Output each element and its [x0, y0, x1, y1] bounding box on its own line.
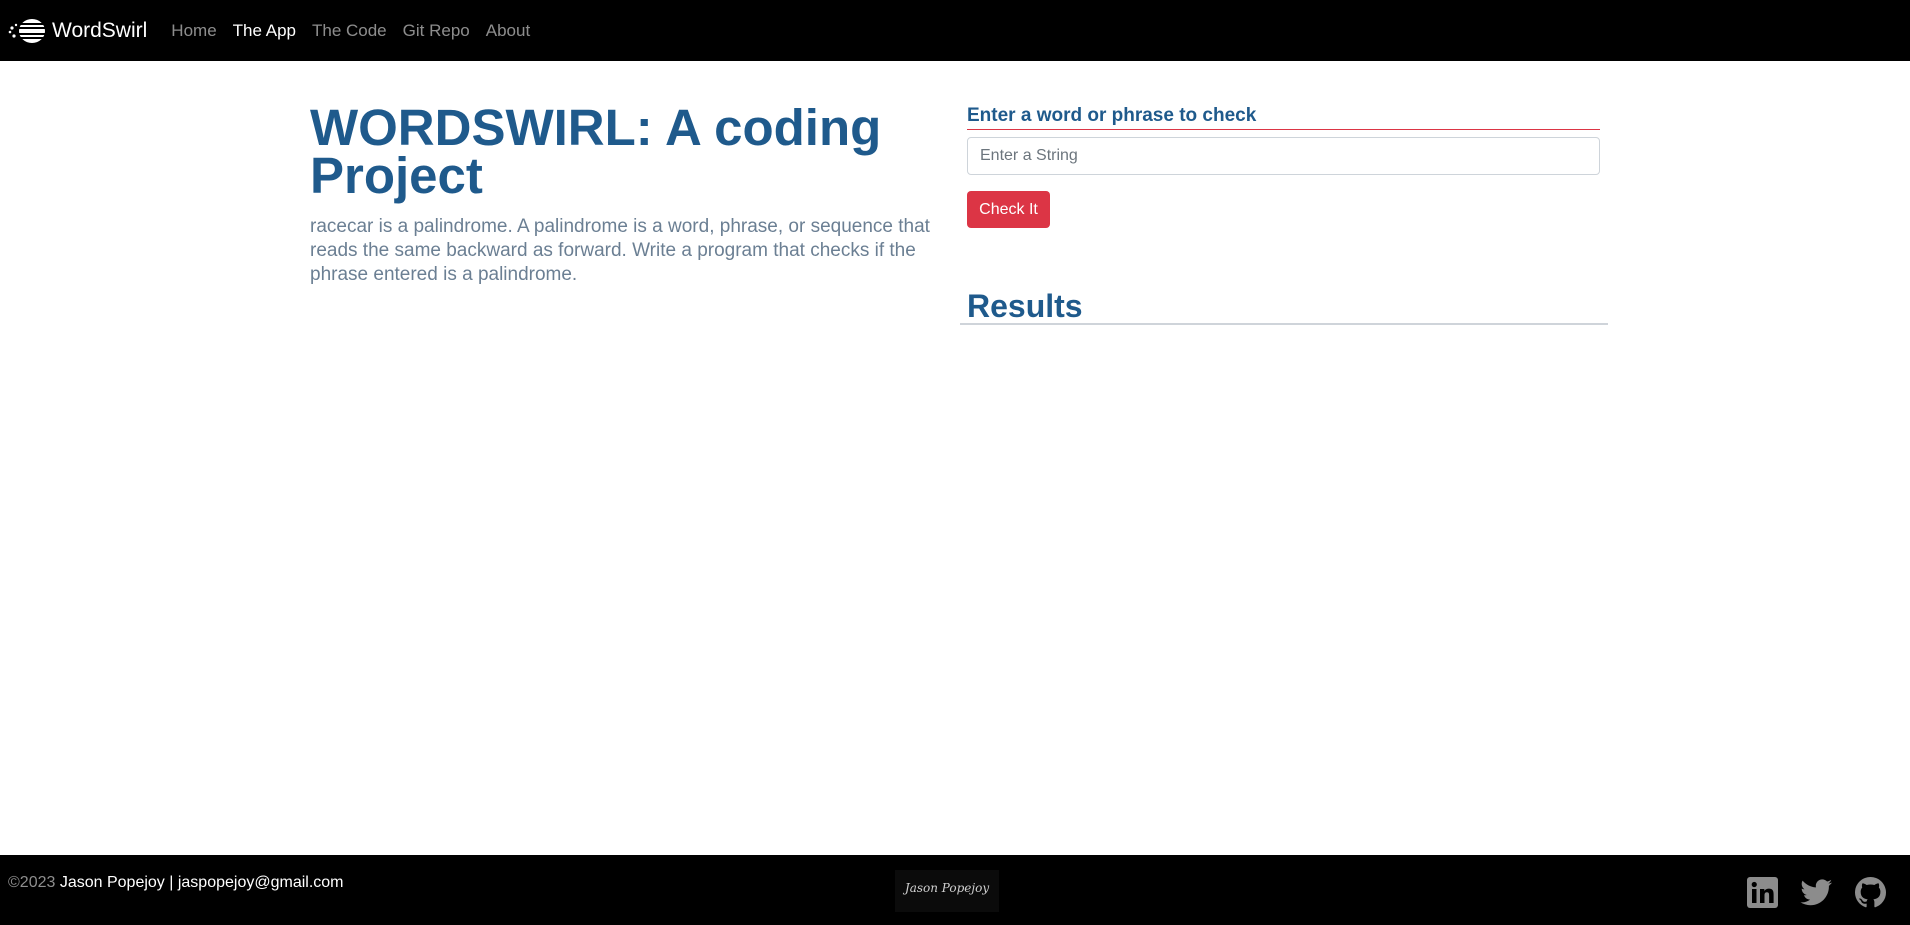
github-icon[interactable] [1855, 877, 1886, 908]
nav-link-the-code[interactable]: The Code [312, 21, 387, 41]
twitter-icon[interactable] [1800, 877, 1832, 908]
copyright-text: ©2023 Jason Popejoy | jaspopejoy@gmail.c… [8, 874, 344, 892]
signature-text: Jason Popejoy [904, 881, 990, 895]
string-input[interactable] [967, 137, 1600, 175]
linkedin-icon[interactable] [1747, 877, 1778, 908]
results-divider [960, 323, 1608, 325]
top-navbar: WordSwirl Home The App The Code Git Repo… [0, 0, 1910, 61]
copyright-year: ©2023 [8, 874, 56, 891]
nav-link-git-repo[interactable]: Git Repo [403, 21, 470, 41]
intro-description: racecar is a palindrome. A palindrome is… [310, 216, 930, 285]
nav-link-about[interactable]: About [486, 21, 530, 41]
check-it-button[interactable]: Check It [967, 191, 1050, 228]
intro-section: WORDSWIRL: A coding Project racecar is a… [310, 99, 935, 287]
brand-name: WordSwirl [52, 18, 148, 42]
page-title: WORDSWIRL: A coding Project [310, 99, 882, 204]
results-heading: Results [967, 288, 1083, 324]
swirl-logo-icon [8, 17, 46, 45]
nav-link-the-app[interactable]: The App [233, 21, 296, 41]
signature-image: Jason Popejoy [895, 870, 999, 912]
input-label: Enter a word or phrase to check [967, 104, 1600, 130]
copyright-author: Jason Popejoy | jaspopejoy@gmail.com [55, 874, 344, 891]
page-footer: ©2023 Jason Popejoy | jaspopejoy@gmail.c… [0, 855, 1910, 925]
brand-link[interactable]: WordSwirl [8, 17, 147, 45]
nav-link-home[interactable]: Home [171, 21, 216, 41]
